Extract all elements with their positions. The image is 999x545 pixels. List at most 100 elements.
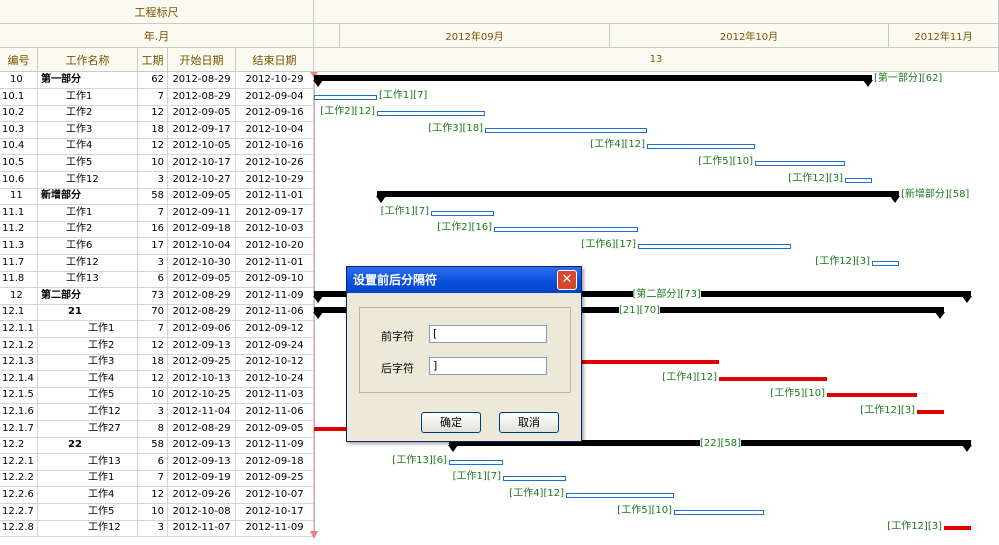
table-row[interactable]: 12.2.1 工作13 6 2012-09-13 2012-09-18: [0, 453, 314, 471]
dialog-title: 设置前后分隔符: [347, 267, 581, 293]
table-row[interactable]: 12.1.2 工作2 12 2012-09-13 2012-09-24: [0, 337, 314, 355]
cell-start-date: 2012-09-25: [168, 354, 236, 372]
table-row[interactable]: 10.2 工作2 12 2012-09-05 2012-09-16: [0, 105, 314, 123]
table-row[interactable]: 11.1 工作1 7 2012-09-11 2012-09-17: [0, 204, 314, 222]
cell-id: 12.2.7: [0, 503, 38, 521]
gantt-bar[interactable]: [944, 526, 971, 531]
table-row[interactable]: 11.7 工作12 3 2012-10-30 2012-11-01: [0, 254, 314, 272]
summary-end-marker: [863, 80, 873, 87]
suffix-label: 后字符: [381, 362, 414, 375]
gantt-bar[interactable]: [566, 493, 674, 498]
table-row[interactable]: 12.1.4 工作4 12 2012-10-13 2012-10-24: [0, 370, 314, 388]
table-row[interactable]: 11.2 工作2 16 2012-09-18 2012-10-03: [0, 221, 314, 239]
gantt-bar-label: [工作2][16]: [437, 222, 492, 234]
cell-id: 11.8: [0, 271, 38, 289]
cell-id: 11.3: [0, 238, 38, 255]
cell-end-date: 2012-11-06: [236, 304, 314, 322]
table-row[interactable]: 12.2.6 工作4 12 2012-09-26 2012-10-07: [0, 487, 314, 504]
col-header-duration[interactable]: 工期: [138, 48, 168, 72]
table-row[interactable]: 12.2.7 工作5 10 2012-10-08 2012-10-17: [0, 503, 314, 521]
cell-name: 工作5: [38, 155, 138, 172]
gantt-bar[interactable]: [431, 210, 494, 216]
cell-end-date: 2012-11-01: [236, 254, 314, 272]
table-row[interactable]: 10.6 工作12 3 2012-10-27 2012-10-29: [0, 171, 314, 189]
cell-duration: 7: [138, 321, 168, 338]
gantt-bar[interactable]: [755, 161, 845, 166]
col-header-name[interactable]: 工作名称: [38, 48, 138, 72]
suffix-input[interactable]: ]: [429, 357, 547, 375]
gantt-bar[interactable]: [719, 376, 827, 381]
ok-button[interactable]: 确定: [421, 412, 481, 433]
table-row[interactable]: 11.3 工作6 17 2012-10-04 2012-10-20: [0, 238, 314, 255]
gantt-bar-label: [工作12][3]: [887, 521, 942, 533]
cell-start-date: 2012-10-13: [168, 370, 236, 388]
table-row[interactable]: 12.1.7 工作27 8 2012-08-29 2012-09-05: [0, 420, 314, 438]
separator-dialog: 设置前后分隔符 ✕ 前字符 [ 后字符 ] 确定 取消: [346, 266, 582, 442]
gantt-bar[interactable]: [674, 509, 764, 515]
table-row[interactable]: 12.1.3 工作3 18 2012-09-25 2012-10-12: [0, 354, 314, 372]
cell-id: 12.2.6: [0, 487, 38, 504]
gantt-bar[interactable]: [845, 177, 872, 183]
gantt-bar[interactable]: [827, 393, 917, 398]
cell-duration: 58: [138, 437, 168, 455]
gantt-bar[interactable]: [494, 227, 638, 233]
gantt-bar-label: [工作1][7]: [452, 471, 501, 483]
gantt-bar[interactable]: [917, 410, 944, 414]
cell-name: 工作3: [38, 121, 138, 139]
table-row[interactable]: 10 第一部分 62 2012-08-29 2012-10-29: [0, 72, 314, 89]
col-header-id[interactable]: 编号: [0, 48, 38, 72]
cell-end-date: 2012-10-16: [236, 138, 314, 156]
gantt-bar[interactable]: [638, 244, 791, 249]
table-row[interactable]: 12.1.1 工作1 7 2012-09-06 2012-09-12: [0, 321, 314, 338]
table-row[interactable]: 10.3 工作3 18 2012-09-17 2012-10-04: [0, 121, 314, 139]
cell-start-date: 2012-10-30: [168, 254, 236, 272]
gantt-bar[interactable]: [377, 191, 899, 198]
cell-duration: 18: [138, 354, 168, 372]
cell-start-date: 2012-08-29: [168, 420, 236, 438]
cell-id: 12.2.8: [0, 520, 38, 538]
cancel-button[interactable]: 取消: [499, 412, 559, 433]
cell-end-date: 2012-09-12: [236, 321, 314, 338]
table-row[interactable]: 12.1.5 工作5 10 2012-10-25 2012-11-03: [0, 387, 314, 405]
table-row[interactable]: 10.5 工作5 10 2012-10-17 2012-10-26: [0, 155, 314, 172]
table-row[interactable]: 12.2.8 工作12 3 2012-11-07 2012-11-09: [0, 520, 314, 538]
col-header-end[interactable]: 结束日期: [236, 48, 314, 72]
cell-start-date: 2012-11-04: [168, 404, 236, 421]
cell-end-date: 2012-10-04: [236, 121, 314, 139]
table-row[interactable]: 10.4 工作4 12 2012-10-05 2012-10-16: [0, 138, 314, 156]
gantt-bar[interactable]: [377, 111, 485, 117]
gantt-bar[interactable]: [647, 144, 755, 150]
table-row[interactable]: 11.8 工作13 6 2012-09-05 2012-09-10: [0, 271, 314, 289]
cell-name: 第一部分: [38, 72, 138, 89]
table-row[interactable]: 10.1 工作1 7 2012-08-29 2012-09-04: [0, 88, 314, 106]
gantt-bar[interactable]: [314, 75, 872, 81]
cell-name: 工作6: [38, 238, 138, 255]
table-row[interactable]: 12.1 21 70 2012-08-29 2012-11-06: [0, 304, 314, 322]
table-row[interactable]: 11 新增部分 58 2012-09-05 2012-11-01: [0, 188, 314, 206]
table-row[interactable]: 12.2 22 58 2012-09-13 2012-11-09: [0, 437, 314, 455]
gantt-bar[interactable]: [872, 260, 899, 266]
cell-name: 工作1: [38, 321, 138, 338]
table-row[interactable]: 12 第二部分 73 2012-08-29 2012-11-09: [0, 287, 314, 305]
cell-id: 12.1: [0, 304, 38, 322]
gantt-bar[interactable]: [314, 94, 377, 100]
prefix-input[interactable]: [: [429, 325, 547, 343]
close-icon[interactable]: ✕: [557, 270, 577, 290]
cell-name: 工作5: [38, 387, 138, 405]
table-row[interactable]: 12.2.2 工作1 7 2012-09-19 2012-09-25: [0, 470, 314, 488]
cell-duration: 3: [138, 404, 168, 421]
summary-end-marker: [962, 445, 972, 453]
cell-start-date: 2012-10-04: [168, 238, 236, 255]
table-row[interactable]: 12.1.6 工作12 3 2012-11-04 2012-11-06: [0, 404, 314, 421]
cell-end-date: 2012-10-24: [236, 370, 314, 388]
cell-end-date: 2012-11-09: [236, 437, 314, 455]
cell-start-date: 2012-11-07: [168, 520, 236, 538]
month-cell-oct: 2012年10月: [610, 24, 889, 48]
gantt-bar[interactable]: [449, 459, 503, 465]
col-header-start[interactable]: 开始日期: [168, 48, 236, 72]
gantt-bar-label: [22][58]: [700, 438, 742, 451]
cell-end-date: 2012-11-09: [236, 287, 314, 305]
gantt-bar[interactable]: [503, 476, 566, 482]
gantt-bar[interactable]: [485, 127, 647, 133]
cell-id: 12.1.2: [0, 337, 38, 355]
